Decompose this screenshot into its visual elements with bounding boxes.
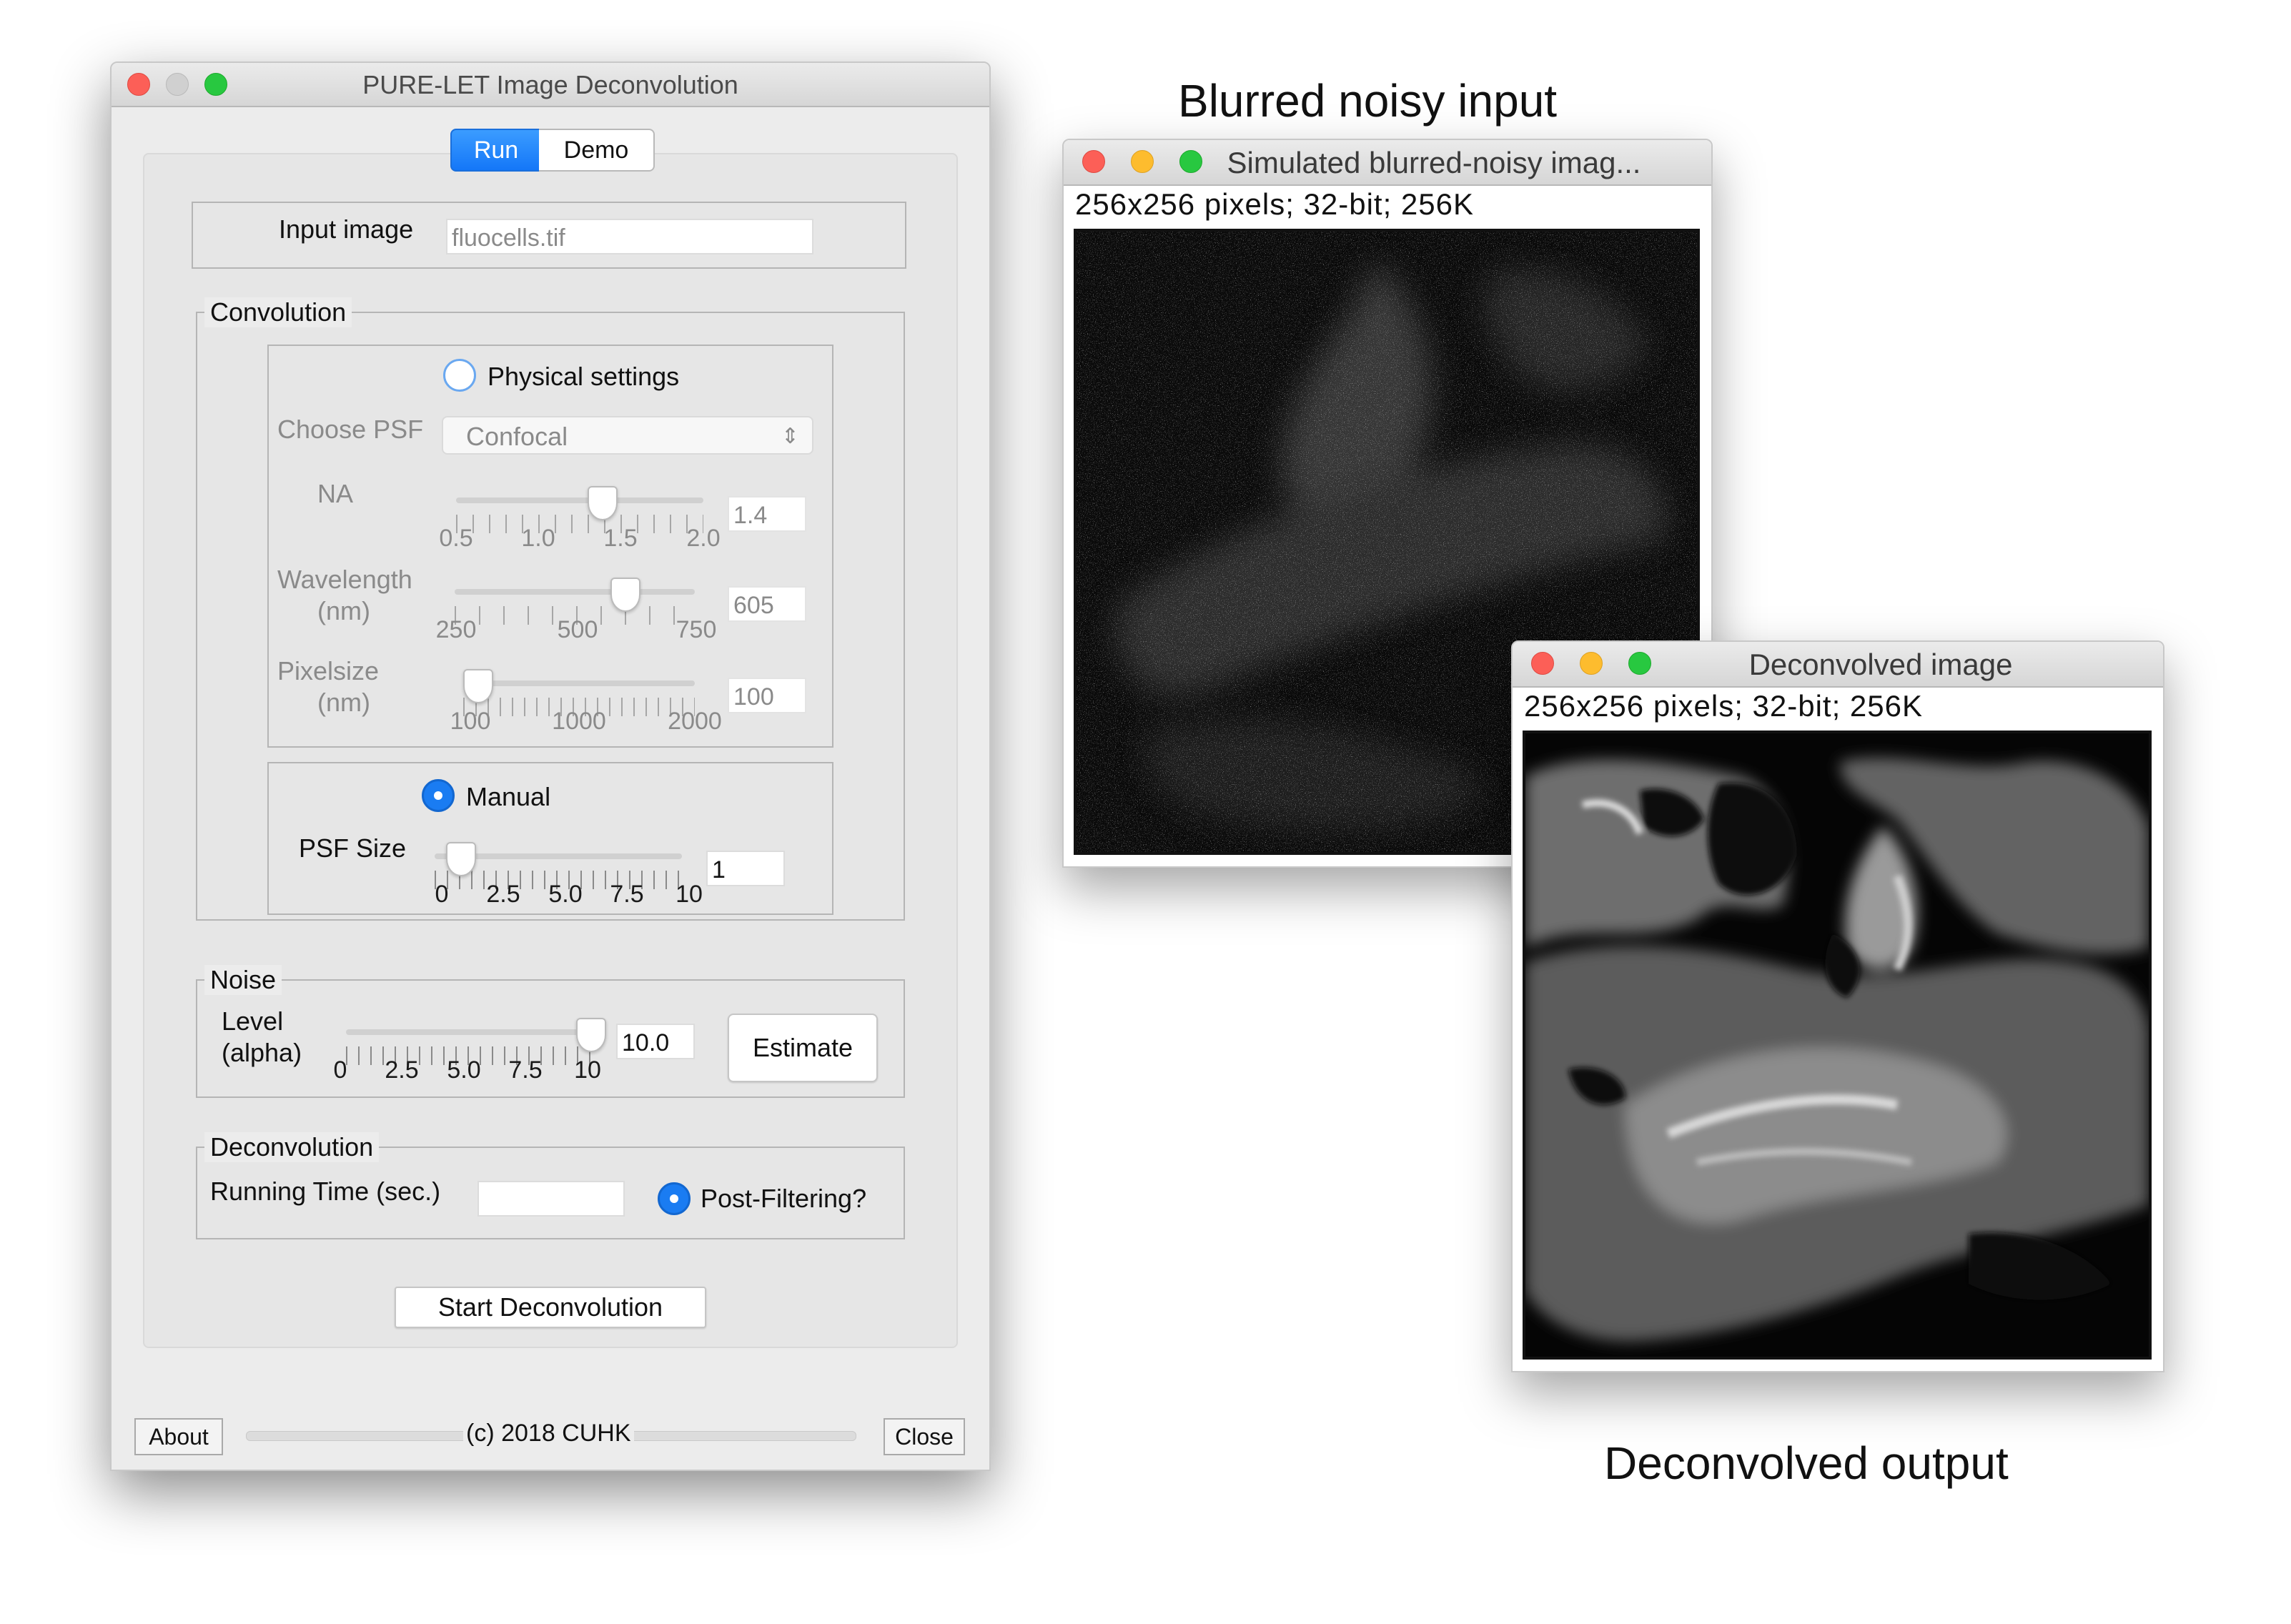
minimize-window-icon[interactable] (1131, 150, 1154, 173)
close-button[interactable]: Close (884, 1418, 965, 1455)
output-image-info: 256x256 pixels; 32-bit; 256K (1524, 689, 1924, 723)
close-window-icon[interactable] (1082, 150, 1105, 173)
wavelength-unit-label: (nm) (317, 596, 370, 625)
choose-psf-label: Choose PSF (277, 415, 424, 444)
output-window-title: Deconvolved image (1748, 648, 2013, 681)
close-window-icon[interactable] (1531, 652, 1554, 675)
copyright-text: (c) 2018 CUHK (463, 1420, 634, 1447)
na-label: NA (317, 479, 354, 508)
tab-run[interactable]: Run (450, 129, 542, 172)
physical-settings-panel: Physical settings Choose PSF Confocal ⇕ … (267, 345, 833, 748)
estimate-button[interactable]: Estimate (728, 1014, 878, 1082)
psf-select[interactable]: Confocal ⇕ (442, 416, 813, 455)
output-caption: Deconvolved output (1604, 1437, 2009, 1489)
input-image-info: 256x256 pixels; 32-bit; 256K (1075, 187, 1475, 221)
output-window-titlebar: Deconvolved image (1513, 642, 2163, 688)
input-caption: Blurred noisy input (1178, 75, 1558, 127)
pixelsize-label: Pixelsize (277, 656, 380, 685)
dialog-titlebar: PURE-LET Image Deconvolution (112, 63, 989, 107)
noise-level-slider-thumb[interactable] (576, 1018, 606, 1052)
chevron-updown-icon: ⇕ (781, 425, 799, 448)
running-time-field[interactable] (478, 1181, 625, 1217)
input-image-label: Input image (279, 214, 414, 244)
wavelength-label: Wavelength (277, 565, 412, 594)
output-image-window: Deconvolved image 256x256 pixels; 32-bit… (1511, 640, 2164, 1372)
noise-tick-labels: 0 2.5 5.0 7.5 10 (333, 1056, 601, 1084)
physical-settings-radio[interactable] (443, 359, 476, 392)
about-button[interactable]: About (134, 1418, 223, 1455)
noise-level-field[interactable]: 10.0 (616, 1024, 695, 1059)
deconvolved-image-graphic (1525, 733, 2149, 1357)
dialog-title: PURE-LET Image Deconvolution (362, 70, 738, 99)
wavelength-slider-thumb[interactable] (610, 578, 640, 612)
na-tick-labels: 0.5 1.0 1.5 2.0 (439, 525, 721, 552)
psf-size-field[interactable]: 1 (706, 851, 785, 886)
physical-settings-label: Physical settings (488, 362, 680, 391)
deconvolved-image[interactable] (1523, 731, 2152, 1360)
pixelsize-unit-label: (nm) (317, 688, 370, 717)
psf-size-slider-thumb[interactable] (446, 842, 476, 876)
start-deconvolution-button[interactable]: Start Deconvolution (395, 1287, 706, 1328)
post-filtering-label: Post-Filtering? (701, 1184, 867, 1213)
manual-radio[interactable] (422, 779, 455, 812)
wavelength-field[interactable]: 605 (728, 586, 806, 622)
input-image-panel: Input image fluocells.tif (192, 202, 906, 269)
manual-label: Manual (466, 782, 551, 811)
pixelsize-slider-thumb[interactable] (463, 669, 493, 703)
pixelsize-tick-labels: 100 1000 2000 (450, 708, 722, 735)
input-window-title: Simulated blurred-noisy imag... (1227, 146, 1641, 179)
wavelength-tick-labels: 250 500 750 (435, 616, 717, 643)
noise-alpha-label: (alpha) (222, 1038, 302, 1067)
na-field[interactable]: 1.4 (728, 496, 806, 532)
noise-level-label: Level (222, 1006, 284, 1036)
pixelsize-field[interactable]: 100 (728, 678, 806, 713)
psf-size-tick-labels: 0 2.5 5.0 7.5 10 (435, 881, 703, 908)
deconvolution-legend: Deconvolution (204, 1132, 380, 1162)
noise-legend: Noise (204, 965, 282, 995)
input-window-titlebar: Simulated blurred-noisy imag... (1064, 140, 1711, 186)
na-slider-thumb[interactable] (588, 486, 618, 520)
noise-group: Level (alpha) 0 2.5 5.0 7.5 10 10.0 Esti… (196, 979, 905, 1098)
input-image-field[interactable]: fluocells.tif (446, 219, 813, 254)
post-filtering-radio[interactable] (658, 1182, 691, 1215)
tab-demo[interactable]: Demo (539, 129, 655, 172)
running-time-label: Running Time (sec.) (210, 1177, 441, 1206)
manual-panel: Manual PSF Size 0 2.5 5.0 7.5 10 1 (267, 762, 833, 915)
deconvolution-dialog: PURE-LET Image Deconvolution Run Demo In… (110, 61, 991, 1471)
psf-select-value: Confocal (466, 422, 568, 451)
convolution-legend: Convolution (204, 297, 352, 327)
psf-size-label: PSF Size (299, 833, 407, 863)
